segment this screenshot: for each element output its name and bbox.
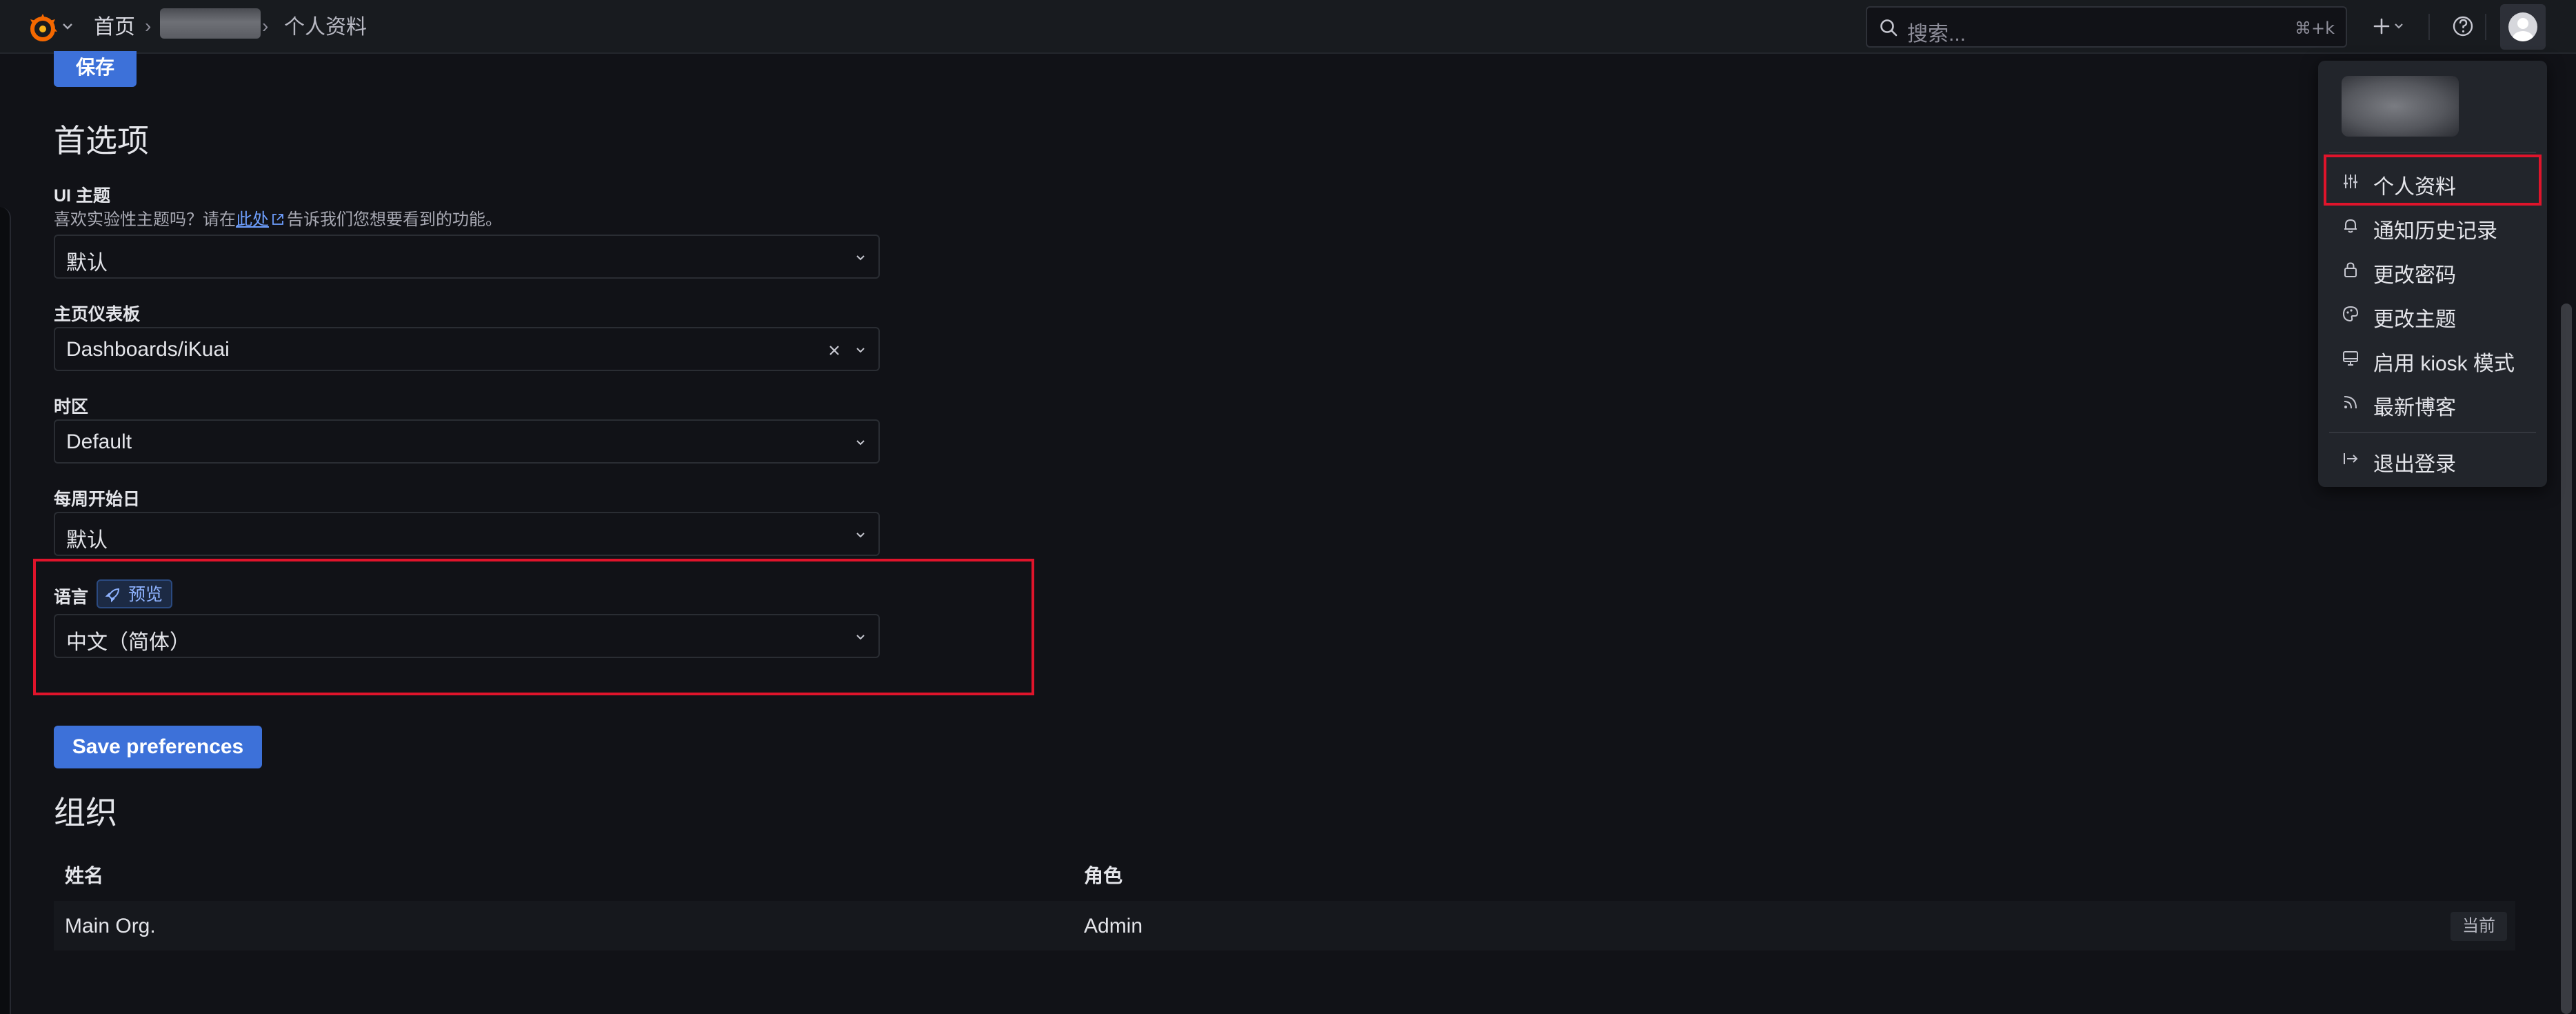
- language-value: 中文（简体）: [66, 631, 190, 654]
- scrollbar-thumb[interactable]: [2561, 304, 2572, 1014]
- ui-theme-select[interactable]: 默认: [54, 235, 880, 279]
- menu-item-change-password[interactable]: 更改密码: [2318, 248, 2547, 290]
- feedback-link[interactable]: 此处: [236, 210, 269, 229]
- chevron-down-icon: [856, 348, 865, 353]
- ui-theme-desc-prefix: 喜欢实验性主题吗？请在: [54, 210, 236, 229]
- home-dashboard-value: Dashboards/iKuai: [66, 338, 230, 361]
- menu-item-latest-blog[interactable]: 最新博客: [2318, 381, 2547, 422]
- palette-icon: [2342, 306, 2359, 322]
- menu-item-kiosk-mode[interactable]: 启用 kiosk 模式: [2318, 337, 2547, 378]
- chevron-down-icon: [856, 533, 865, 538]
- chevron-down-icon[interactable]: [61, 19, 74, 33]
- search-placeholder: 搜索...: [1907, 23, 1966, 46]
- help-icon[interactable]: [2449, 12, 2477, 40]
- top-navigation-bar: 首页 › › 个人资料 搜索... ⌘+k: [0, 0, 2576, 54]
- preview-badge-label: 预览: [128, 585, 163, 604]
- chevron-down-icon: [856, 440, 865, 446]
- toolbar-divider: [2485, 14, 2486, 40]
- home-dashboard-label: 主页仪表板: [54, 305, 141, 324]
- table-header-name: 姓名: [65, 865, 104, 886]
- menu-item-notification-history[interactable]: 通知历史记录: [2318, 204, 2547, 246]
- window-edge: [0, 207, 11, 1014]
- org-name-cell: Main Org.: [65, 915, 156, 937]
- table-header-role: 角色: [1084, 865, 1123, 886]
- menu-divider: [2329, 432, 2536, 433]
- menu-item-label: 个人资料: [2373, 176, 2456, 199]
- search-input[interactable]: 搜索... ⌘+k: [1866, 6, 2347, 48]
- clear-icon[interactable]: [826, 342, 843, 359]
- breadcrumb-current: 个人资料: [284, 16, 367, 39]
- home-dashboard-select[interactable]: Dashboards/iKuai: [54, 327, 880, 371]
- ui-theme-value: 默认: [66, 252, 108, 275]
- add-new-button[interactable]: [2365, 11, 2413, 41]
- save-profile-button[interactable]: 保存: [54, 51, 137, 87]
- breadcrumb-home[interactable]: 首页: [94, 15, 135, 40]
- breadcrumb-redacted[interactable]: [160, 8, 261, 39]
- search-icon: [1880, 19, 1898, 37]
- preferences-title: 首选项: [54, 123, 149, 159]
- breadcrumb-separator: ›: [145, 15, 152, 37]
- user-icon: [2513, 18, 2533, 41]
- menu-divider: [2329, 152, 2536, 153]
- menu-item-label: 更改主题: [2373, 308, 2456, 331]
- organization-title: 组织: [54, 795, 117, 831]
- week-start-value: 默认: [66, 529, 108, 552]
- menu-item-label: 最新博客: [2373, 397, 2456, 419]
- avatar: [2508, 12, 2537, 41]
- org-role-cell: Admin: [1084, 915, 1143, 937]
- preview-badge: 预览: [97, 579, 173, 608]
- external-link-icon: [272, 214, 283, 225]
- menu-item-label: 启用 kiosk 模式: [2373, 352, 2515, 375]
- table-row: Main Org. Admin 当前: [54, 901, 2515, 951]
- timezone-label: 时区: [54, 397, 89, 417]
- sign-out-icon: [2344, 453, 2358, 464]
- save-preferences-button[interactable]: Save preferences: [54, 726, 262, 768]
- menu-item-label: 退出登录: [2373, 453, 2456, 476]
- rocket-icon: [105, 588, 120, 603]
- menu-item-change-theme[interactable]: 更改主题: [2318, 292, 2547, 334]
- current-org-badge: 当前: [2451, 912, 2507, 941]
- menu-item-sign-out[interactable]: 退出登录: [2318, 437, 2547, 479]
- menu-item-profile[interactable]: 个人资料: [2318, 160, 2547, 201]
- language-select[interactable]: 中文（简体）: [54, 614, 880, 658]
- chevron-down-icon: [856, 635, 865, 640]
- ui-theme-desc-suffix: 告诉我们您想要看到的功能。: [287, 210, 502, 229]
- ui-theme-description: 喜欢实验性主题吗？请在此处 告诉我们您想要看到的功能。: [54, 206, 502, 230]
- rss-icon: [2344, 396, 2357, 409]
- ui-theme-label: UI 主题: [54, 186, 110, 206]
- menu-item-label: 通知历史记录: [2373, 220, 2497, 243]
- timezone-value: Default: [66, 430, 132, 453]
- toolbar-divider: [2428, 14, 2430, 40]
- sliders-icon: [2344, 175, 2357, 188]
- user-profile-menu: 个人资料 通知历史记录 更改密码 更改主题 启用 kiosk 模式 最新博客 退…: [2318, 61, 2547, 487]
- timezone-select[interactable]: Default: [54, 419, 880, 464]
- bell-icon: [2344, 219, 2357, 233]
- lock-icon: [2344, 262, 2357, 277]
- language-label: 语言: [54, 588, 89, 607]
- user-info-redacted: [2342, 76, 2459, 137]
- monitor-icon: [2343, 351, 2358, 366]
- breadcrumb-separator: ›: [262, 15, 269, 37]
- menu-item-label: 更改密码: [2373, 264, 2456, 287]
- grafana-logo-icon[interactable]: [25, 10, 61, 46]
- week-start-select[interactable]: 默认: [54, 512, 880, 556]
- search-shortcut: ⌘+k: [2294, 19, 2335, 38]
- chevron-down-icon: [856, 255, 865, 261]
- user-avatar-button[interactable]: [2500, 4, 2546, 50]
- week-start-label: 每周开始日: [54, 490, 141, 509]
